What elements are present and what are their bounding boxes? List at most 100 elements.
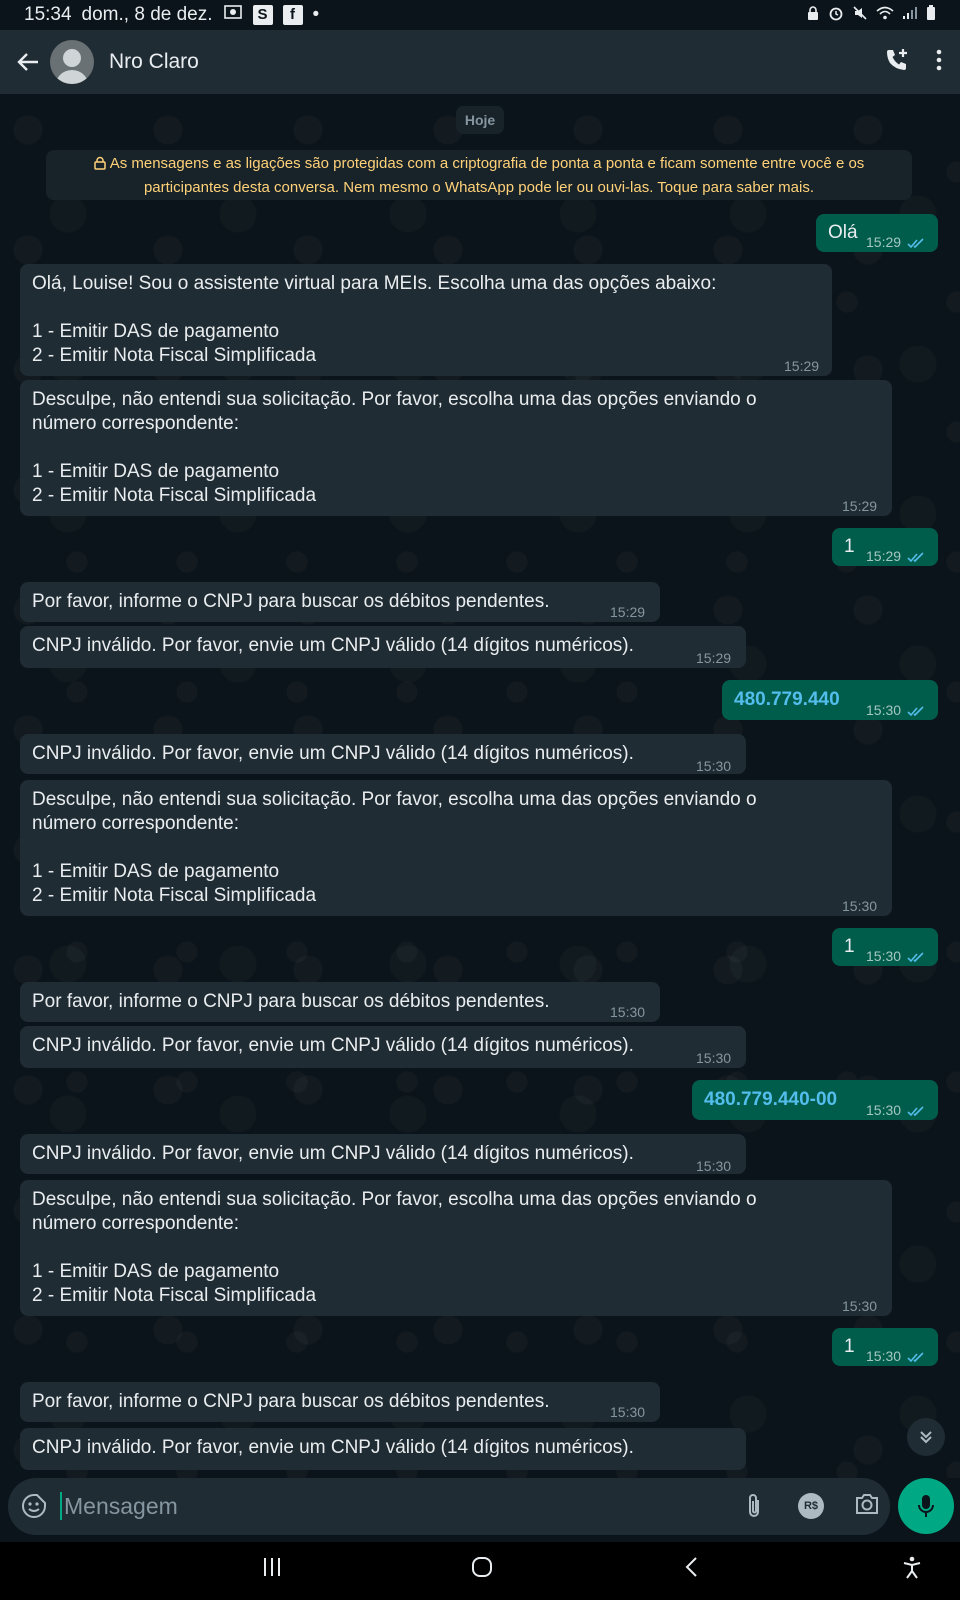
- message-incoming[interactable]: Por favor, informe o CNPJ para buscar os…: [20, 982, 660, 1022]
- payment-button[interactable]: R$: [798, 1493, 824, 1519]
- message-text: Olá, Louise! Sou o assistente virtual pa…: [32, 273, 717, 366]
- facebook-icon: f: [282, 5, 303, 25]
- system-nav-bar: [0, 1542, 960, 1600]
- encryption-notice-text: As mensagens e as ligações são protegida…: [109, 155, 865, 196]
- read-checks-icon: [907, 1100, 925, 1124]
- double-chevron-down-icon: [920, 1431, 932, 1444]
- message-outgoing[interactable]: 1 15:30: [832, 928, 938, 966]
- chat-header: Nro Claro: [0, 30, 960, 94]
- accessibility-icon: [903, 1556, 921, 1579]
- message-text: CNPJ inválido. Por favor, envie um CNPJ …: [32, 743, 634, 764]
- message-time: 15:29: [696, 650, 732, 666]
- chat-area[interactable]: Hoje As mensagens e as ligações são prot…: [0, 94, 960, 1478]
- arrow-left-icon: [17, 53, 38, 71]
- lock-status-icon: [806, 5, 820, 25]
- message-text: 1: [844, 1336, 855, 1357]
- battery-icon: [926, 5, 936, 25]
- message-time: 15:30: [866, 702, 902, 718]
- message-time: 15:29: [866, 548, 902, 564]
- message-input-container[interactable]: Mensagem R$: [8, 1478, 890, 1535]
- voice-message-button[interactable]: [898, 1478, 954, 1534]
- back-button[interactable]: [14, 48, 42, 76]
- date-chip: Hoje: [456, 106, 504, 134]
- more-options-button[interactable]: [936, 49, 942, 76]
- mute-icon: [852, 5, 868, 25]
- message-outgoing[interactable]: 1 15:29: [832, 528, 938, 566]
- contact-name[interactable]: Nro Claro: [109, 50, 199, 74]
- message-text: Olá: [828, 222, 858, 243]
- message-outgoing[interactable]: 480.779.440 15:30: [722, 680, 938, 720]
- more-vertical-icon: [936, 49, 942, 70]
- read-checks-icon: [907, 700, 925, 724]
- message-incoming[interactable]: Desculpe, não entendi sua solicitação. P…: [20, 780, 892, 916]
- message-text: Por favor, informe o CNPJ para buscar os…: [32, 1391, 550, 1412]
- add-call-button[interactable]: [884, 47, 910, 78]
- more-notifications-dot-icon: •: [312, 4, 320, 25]
- message-incoming[interactable]: Por favor, informe o CNPJ para buscar os…: [20, 1382, 660, 1422]
- message-text: CNPJ inválido. Por favor, envie um CNPJ …: [32, 1143, 634, 1164]
- attach-button[interactable]: [744, 1492, 764, 1525]
- message-time: 15:30: [866, 1102, 902, 1118]
- message-text: CNPJ inválido. Por favor, envie um CNPJ …: [32, 1437, 634, 1458]
- wifi-icon: [876, 6, 894, 24]
- s-app-icon: S: [252, 5, 273, 25]
- message-time: 15:30: [610, 1004, 646, 1020]
- message-time: 15:30: [696, 1158, 732, 1174]
- back-nav-button[interactable]: [684, 1556, 698, 1583]
- message-time: 15:30: [866, 1348, 902, 1364]
- status-bar: 15:34 dom., 8 de dez. S f •: [0, 0, 960, 30]
- emoji-sticker-button[interactable]: [20, 1492, 48, 1525]
- camera-button[interactable]: [854, 1492, 880, 1521]
- alarm-icon: [828, 5, 844, 25]
- camera-icon: [856, 1494, 878, 1514]
- message-text: Desculpe, não entendi sua solicitação. P…: [32, 1189, 757, 1306]
- accessibility-button[interactable]: [902, 1556, 922, 1585]
- message-text: CNPJ inválido. Por favor, envie um CNPJ …: [32, 635, 634, 656]
- sticker-icon: [22, 1494, 46, 1518]
- message-text[interactable]: 480.779.440: [734, 688, 840, 712]
- message-text: Por favor, informe o CNPJ para buscar os…: [32, 991, 550, 1012]
- message-outgoing[interactable]: 1 15:30: [832, 1328, 938, 1366]
- message-time: 15:30: [842, 898, 878, 914]
- message-incoming[interactable]: CNPJ inválido. Por favor, envie um CNPJ …: [20, 1134, 746, 1174]
- message-text: Desculpe, não entendi sua solicitação. P…: [32, 789, 757, 906]
- message-time: 15:29: [610, 604, 646, 620]
- message-input[interactable]: Mensagem: [60, 1492, 178, 1520]
- message-time: 15:30: [696, 758, 732, 774]
- read-checks-icon: [907, 946, 925, 970]
- scroll-to-bottom-button[interactable]: [907, 1418, 945, 1456]
- encryption-notice[interactable]: As mensagens e as ligações são protegida…: [46, 150, 912, 200]
- message-time: 15:29: [784, 358, 820, 374]
- microphone-icon: [918, 1495, 934, 1517]
- message-incoming[interactable]: CNPJ inválido. Por favor, envie um CNPJ …: [20, 626, 746, 668]
- message-text: CNPJ inválido. Por favor, envie um CNPJ …: [32, 1035, 634, 1056]
- message-incoming[interactable]: CNPJ inválido. Por favor, envie um CNPJ …: [20, 734, 746, 774]
- message-incoming[interactable]: CNPJ inválido. Por favor, envie um CNPJ …: [20, 1428, 746, 1470]
- home-icon: [472, 1557, 492, 1577]
- message-incoming[interactable]: CNPJ inválido. Por favor, envie um CNPJ …: [20, 1026, 746, 1068]
- read-checks-icon: [907, 232, 925, 256]
- message-text: Por favor, informe o CNPJ para buscar os…: [32, 591, 550, 612]
- message-incoming[interactable]: Olá, Louise! Sou o assistente virtual pa…: [20, 264, 832, 376]
- status-date: dom., 8 de dez.: [81, 4, 213, 25]
- recents-icon: [264, 1558, 280, 1576]
- message-text: 1: [844, 936, 855, 957]
- message-incoming[interactable]: Desculpe, não entendi sua solicitação. P…: [20, 380, 892, 516]
- message-outgoing[interactable]: Olá 15:29: [816, 214, 938, 252]
- message-text[interactable]: 480.779.440-00: [704, 1088, 837, 1112]
- message-incoming[interactable]: Desculpe, não entendi sua solicitação. P…: [20, 1180, 892, 1316]
- recent-apps-button[interactable]: [262, 1556, 282, 1583]
- message-time: 15:30: [866, 948, 902, 964]
- home-button[interactable]: [471, 1556, 493, 1583]
- message-time: 15:29: [842, 498, 878, 514]
- message-time: 15:30: [696, 1050, 732, 1066]
- message-time: 15:30: [842, 1298, 878, 1314]
- screenshot-icon: [223, 4, 243, 26]
- status-time: 15:34: [24, 4, 72, 25]
- message-outgoing[interactable]: 480.779.440-00 15:30: [692, 1080, 938, 1120]
- message-text: Desculpe, não entendi sua solicitação. P…: [32, 389, 757, 506]
- message-incoming[interactable]: Por favor, informe o CNPJ para buscar os…: [20, 582, 660, 622]
- read-checks-icon: [907, 546, 925, 570]
- contact-avatar[interactable]: [50, 40, 94, 84]
- message-time: 15:29: [866, 234, 902, 250]
